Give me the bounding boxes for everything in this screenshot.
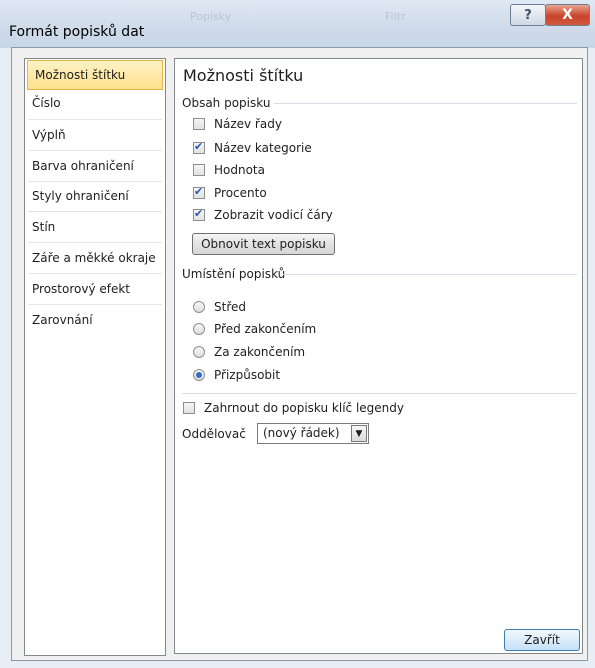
legend-key-checkbox[interactable] — [183, 402, 195, 414]
legend-key-label: Zahrnout do popisku klíč legendy — [204, 401, 404, 415]
outside-end-option[interactable]: Za zakončením — [193, 345, 305, 359]
series-name-option[interactable]: Název řady — [193, 117, 282, 131]
title-bar[interactable]: Formát popisků dat Popisky Filtr ? X — [0, 0, 595, 48]
sidebar-item-number[interactable]: Číslo — [25, 88, 165, 118]
group-divider — [274, 103, 577, 104]
percentage-option[interactable]: Procento — [193, 185, 267, 200]
section-divider — [182, 393, 577, 394]
window-close-button[interactable]: X — [545, 4, 590, 26]
value-checkbox[interactable] — [193, 164, 205, 176]
position-group-title: Umístění popisků — [182, 267, 286, 281]
dialog-window: Formát popisků dat Popisky Filtr ? X Mož… — [0, 0, 595, 668]
group-divider — [283, 274, 577, 275]
separator-label: Oddělovač — [182, 427, 246, 441]
ghost-label-2: Filtr — [385, 10, 406, 23]
sidebar-item-glow[interactable]: Záře a měkké okraje — [25, 243, 165, 273]
percentage-label: Procento — [214, 186, 267, 200]
help-icon: ? — [524, 7, 532, 23]
sidebar-item-label-options[interactable]: Možnosti štítku — [27, 60, 163, 90]
leader-lines-label: Zobrazit vodicí čáry — [214, 208, 333, 222]
ghost-label-1: Popisky — [190, 10, 232, 23]
percentage-checkbox[interactable] — [193, 185, 205, 199]
value-label: Hodnota — [214, 163, 265, 177]
inside-end-option[interactable]: Před zakončením — [193, 322, 316, 336]
center-option[interactable]: Střed — [193, 300, 246, 314]
category-name-option[interactable]: Název kategorie — [193, 140, 312, 155]
value-option[interactable]: Hodnota — [193, 163, 265, 177]
center-radio[interactable] — [193, 301, 205, 313]
separator-select[interactable]: (nový řádek) ▼ — [257, 423, 369, 444]
help-button[interactable]: ? — [510, 4, 546, 26]
chevron-down-icon[interactable]: ▼ — [351, 425, 367, 442]
legend-key-option[interactable]: Zahrnout do popisku klíč legendy — [183, 401, 404, 415]
category-list: Možnosti štítku Číslo Výplň Barva ohrani… — [24, 58, 166, 656]
leader-lines-option[interactable]: Zobrazit vodicí čáry — [193, 207, 333, 222]
reset-label-text-button[interactable]: Obnovit text popisku — [192, 233, 335, 255]
contents-group-title: Obsah popisku — [182, 96, 271, 110]
outside-end-label: Za zakončením — [214, 345, 306, 359]
outside-end-radio[interactable] — [193, 346, 205, 358]
close-button[interactable]: Zavřít — [504, 629, 580, 651]
panel-heading: Možnosti štítku — [183, 66, 304, 85]
category-name-checkbox[interactable] — [193, 140, 205, 154]
sidebar-item-3d-format[interactable]: Prostorový efekt — [25, 274, 165, 304]
sidebar-item-shadow[interactable]: Stín — [25, 212, 165, 242]
best-fit-label: Přizpůsobit — [214, 368, 281, 382]
sidebar-item-fill[interactable]: Výplň — [25, 120, 165, 150]
inside-end-label: Před zakončením — [214, 322, 317, 336]
category-name-label: Název kategorie — [214, 141, 312, 155]
separator-value: (nový řádek) — [263, 426, 340, 440]
best-fit-option[interactable]: Přizpůsobit — [193, 368, 280, 382]
close-icon: X — [562, 7, 573, 23]
dialog-title: Formát popisků dat — [9, 24, 145, 40]
leader-lines-checkbox[interactable] — [193, 207, 205, 221]
sidebar-item-border-color[interactable]: Barva ohraničení — [25, 151, 165, 181]
series-name-checkbox[interactable] — [193, 118, 205, 130]
center-label: Střed — [214, 300, 246, 314]
best-fit-radio[interactable] — [193, 369, 205, 381]
inside-end-radio[interactable] — [193, 323, 205, 335]
sidebar-item-alignment[interactable]: Zarovnání — [25, 305, 165, 335]
series-name-label: Název řady — [214, 117, 282, 131]
sidebar-item-border-styles[interactable]: Styly ohraničení — [25, 181, 165, 211]
